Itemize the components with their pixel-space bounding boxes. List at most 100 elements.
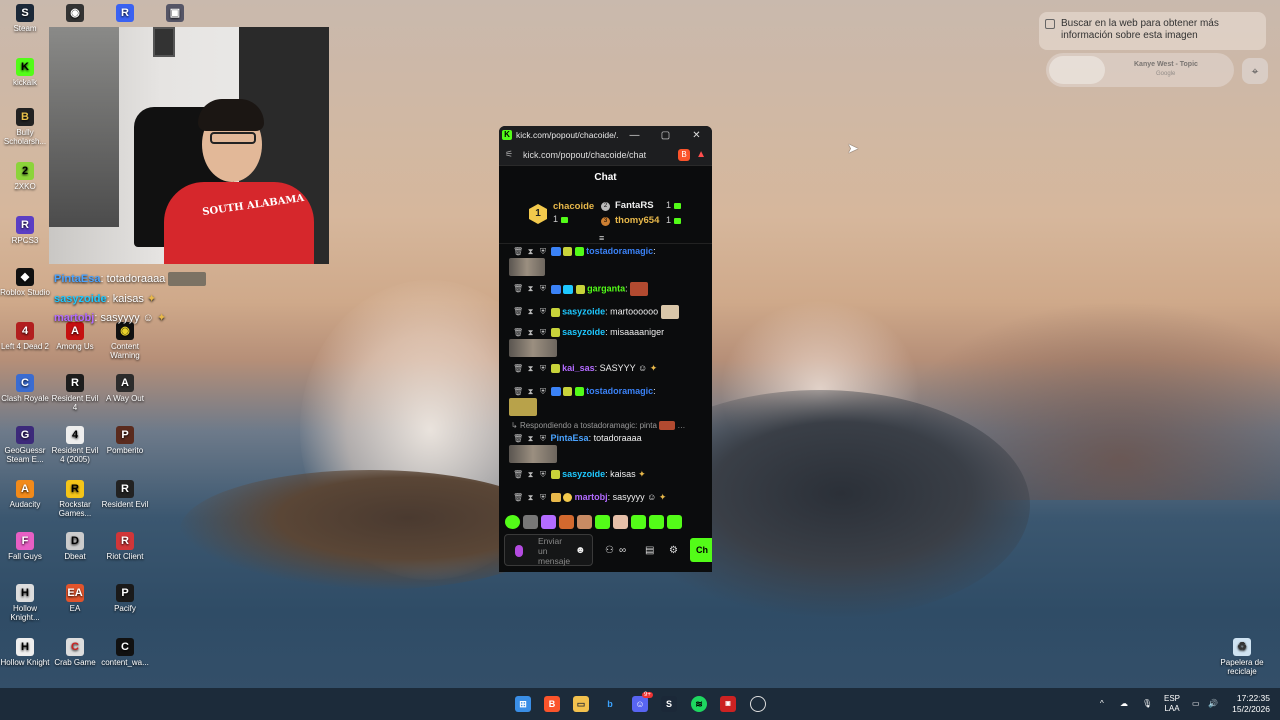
network-icon[interactable]: ▭ [1192, 699, 1200, 709]
obs-icon[interactable] [750, 696, 766, 712]
desktop-icon-left4dead2[interactable]: 4 Left 4 Dead 2 [0, 322, 50, 351]
desktop-icon-audacity[interactable]: A Audacity [0, 480, 50, 509]
desktop-icon-crab-game[interactable]: C Crab Game [50, 638, 100, 667]
leader-first-name[interactable]: chacoide [553, 201, 594, 212]
emote-quick-bar[interactable] [499, 512, 712, 532]
desktop-icon-riot-client[interactable]: R Riot Client [100, 532, 150, 561]
emote-button[interactable] [505, 515, 520, 529]
chat-messages[interactable]: 🗑 ⧗ ⛨ tostadoramagic: 🗑 ⧗ ⛨ garganta: 🗑 … [499, 244, 712, 508]
app-icon[interactable]: ▣ [720, 696, 736, 712]
extensions-icon[interactable]: ⚇ [605, 545, 614, 556]
desktop-icon-fall-guys[interactable]: F Fall Guys [0, 532, 50, 561]
desktop-icon-resident-evil[interactable]: R Resident Evil [100, 480, 150, 509]
chat-popout-window[interactable]: K kick.com/popout/chacoide/... — ▢ ✕ ⚟ k… [499, 126, 712, 572]
leader-third-name[interactable]: thomy654 [615, 215, 659, 226]
onedrive-icon[interactable]: ☁ [1120, 699, 1128, 709]
desktop-icon-hollow-knight-silksong[interactable]: H Hollow Knight... [0, 584, 50, 622]
desktop-icon-resident-evil-4[interactable]: R Resident Evil 4 [50, 374, 100, 412]
chat-message[interactable]: 🗑 ⧗ ⛨ tostadoramagic: [513, 246, 656, 257]
desktop-icon-clash-royale[interactable]: C Clash Royale [0, 374, 50, 403]
desktop-icon-pomberito[interactable]: P Pomberito [100, 426, 150, 455]
chat-header: Chat [594, 172, 617, 183]
windows-start-icon[interactable]: ⊞ [515, 696, 531, 712]
mouse-cursor-icon: ➤ [847, 140, 859, 156]
show-hidden-icons-icon[interactable]: ^ [1100, 699, 1104, 709]
leader-second-name[interactable]: FantaRS [615, 200, 654, 211]
chat-input[interactable]: Enviar un mensaje ☻ [504, 534, 593, 566]
url-text[interactable]: kick.com/popout/chacoide/chat [517, 150, 678, 160]
discord-icon[interactable]: ☺ [632, 696, 648, 712]
desktop-icon-2xko[interactable]: 2 2XKO [0, 162, 50, 191]
desktop-icon-rockstar[interactable]: R Rockstar Games... [50, 480, 100, 518]
chat-message[interactable]: 🗑 ⧗ ⛨ sasyzoide: kaisas ✦ [513, 469, 646, 480]
emote-button[interactable] [541, 515, 556, 529]
desktop-icon-roblox-studio[interactable]: ◆ Roblox Studio [0, 268, 50, 297]
media-mini-player[interactable]: Kanye West - Topic Google [1046, 53, 1234, 87]
reply-indicator[interactable]: ↳ Respondiendo a tostadoramagic: pinta … [511, 421, 685, 431]
spotify-icon[interactable]: ≋ [691, 696, 707, 712]
discord-notification-badge: 9+ [642, 692, 653, 698]
desktop-icon-rpcs3[interactable]: R RPCS3 [0, 216, 50, 245]
chat-send-button[interactable]: Ch [690, 538, 712, 562]
window-titlebar[interactable]: K kick.com/popout/chacoide/... — ▢ ✕ [499, 126, 712, 144]
desktop-icon-content-warning[interactable]: ◉ Content Warning [100, 322, 150, 360]
desktop-icon-pacify[interactable]: P Pacify [100, 584, 150, 613]
chat-input-bar: Enviar un mensaje ☻ ⚇ ∞ ▤ ⚙ Ch [499, 532, 712, 570]
minimize-button[interactable]: — [619, 130, 650, 141]
microphone-icon[interactable] [515, 545, 523, 557]
desktop-icon-roblox[interactable]: R [100, 4, 150, 24]
desktop-icon-content-warning-2[interactable]: Ccontent_wa... [100, 638, 150, 667]
chat-message[interactable]: 🗑 ⧗ ⛨ sasyzoide: misaaaaniger [513, 327, 664, 338]
lens-search-button[interactable]: ⌖ [1242, 58, 1268, 84]
language-indicator[interactable]: ESP LAA [1164, 694, 1180, 714]
address-bar[interactable]: ⚟ kick.com/popout/chacoide/chat B ▲ [499, 144, 712, 166]
emote-button[interactable] [649, 515, 664, 529]
chat-message[interactable]: 🗑 ⧗ ⛨ kai_sas: SASYYY ☺ ✦ [513, 363, 657, 374]
system-clock[interactable]: 17:22:35 15/2/2026 [1222, 693, 1270, 715]
chat-message[interactable]: 🗑 ⧗ ⛨ martobj: sasyyyy ☺ ✦ [513, 492, 666, 503]
volume-icon[interactable]: 🔊 [1208, 699, 1218, 709]
steam-taskbar-icon[interactable]: S [661, 696, 677, 712]
desktop-icon-explorer[interactable]: ◉ [50, 4, 100, 24]
emote-button[interactable] [559, 515, 574, 529]
emote-button[interactable] [577, 515, 592, 529]
desktop-icon-bully[interactable]: B Bully Scholarsh... [0, 108, 50, 146]
leader-second-count: 1 [666, 200, 682, 210]
emote-button[interactable] [595, 515, 610, 529]
chat-message[interactable]: 🗑 ⧗ ⛨ sasyzoide: martoooooo [513, 305, 679, 319]
desktop-icon-dbeat[interactable]: D Dbeat [50, 532, 100, 561]
close-button[interactable]: ✕ [681, 130, 712, 141]
file-explorer-icon[interactable]: ▭ [573, 696, 589, 712]
emote-button[interactable] [667, 515, 682, 529]
emote-image [509, 398, 537, 416]
microphone-tray-icon[interactable]: 🎙 [1142, 699, 1152, 709]
brave-browser-icon[interactable]: B [544, 696, 560, 712]
chat-message[interactable]: 🗑 ⧗ ⛨ garganta: [513, 282, 649, 296]
store-icon[interactable]: ▤ [645, 545, 654, 556]
collapse-icon[interactable]: ≡ [599, 233, 604, 243]
maximize-button[interactable]: ▢ [650, 130, 681, 141]
chat-message[interactable]: 🗑 ⧗ ⛨ tostadoramagic: [513, 386, 656, 397]
emote-button[interactable] [523, 515, 538, 529]
desktop-icon-recycle-bin[interactable]: ♻ Papelera de reciclaje [1216, 638, 1268, 676]
site-info-icon[interactable]: ⚟ [505, 149, 517, 160]
chat-input-placeholder: Enviar un mensaje [538, 536, 571, 566]
settings-gear-icon[interactable]: ⚙ [669, 545, 678, 556]
desktop-icon-ea[interactable]: EA EA [50, 584, 100, 613]
desktop-icon-game[interactable]: ▣ [150, 4, 200, 24]
desktop-icon-hollow-knight[interactable]: H Hollow Knight [0, 638, 50, 667]
brave-shields-icon[interactable]: B [678, 148, 691, 161]
emoji-icon[interactable]: ☻ [575, 545, 586, 556]
infinity-icon[interactable]: ∞ [619, 545, 626, 556]
desktop-icon-geoguessr[interactable]: G GeoGuessr Steam E... [0, 426, 50, 464]
brave-rewards-icon[interactable]: ▲ [696, 149, 706, 160]
desktop-icon-resident-evil-4-2005[interactable]: 4 Resident Evil 4 (2005) [50, 426, 100, 464]
bing-icon[interactable]: b [602, 696, 618, 712]
emote-button[interactable] [613, 515, 628, 529]
desktop-icon-among-us[interactable]: A Among Us [50, 322, 100, 351]
desktop-icon-kickalk[interactable]: Kkickalk [0, 58, 50, 87]
desktop-icon-a-way-out[interactable]: AA Way Out [100, 374, 150, 403]
emote-button[interactable] [631, 515, 646, 529]
desktop-icon-steam[interactable]: S Steam [0, 4, 50, 33]
chat-message[interactable]: 🗑 ⧗ ⛨ PintaEsa: totadoraaaa [513, 433, 642, 444]
